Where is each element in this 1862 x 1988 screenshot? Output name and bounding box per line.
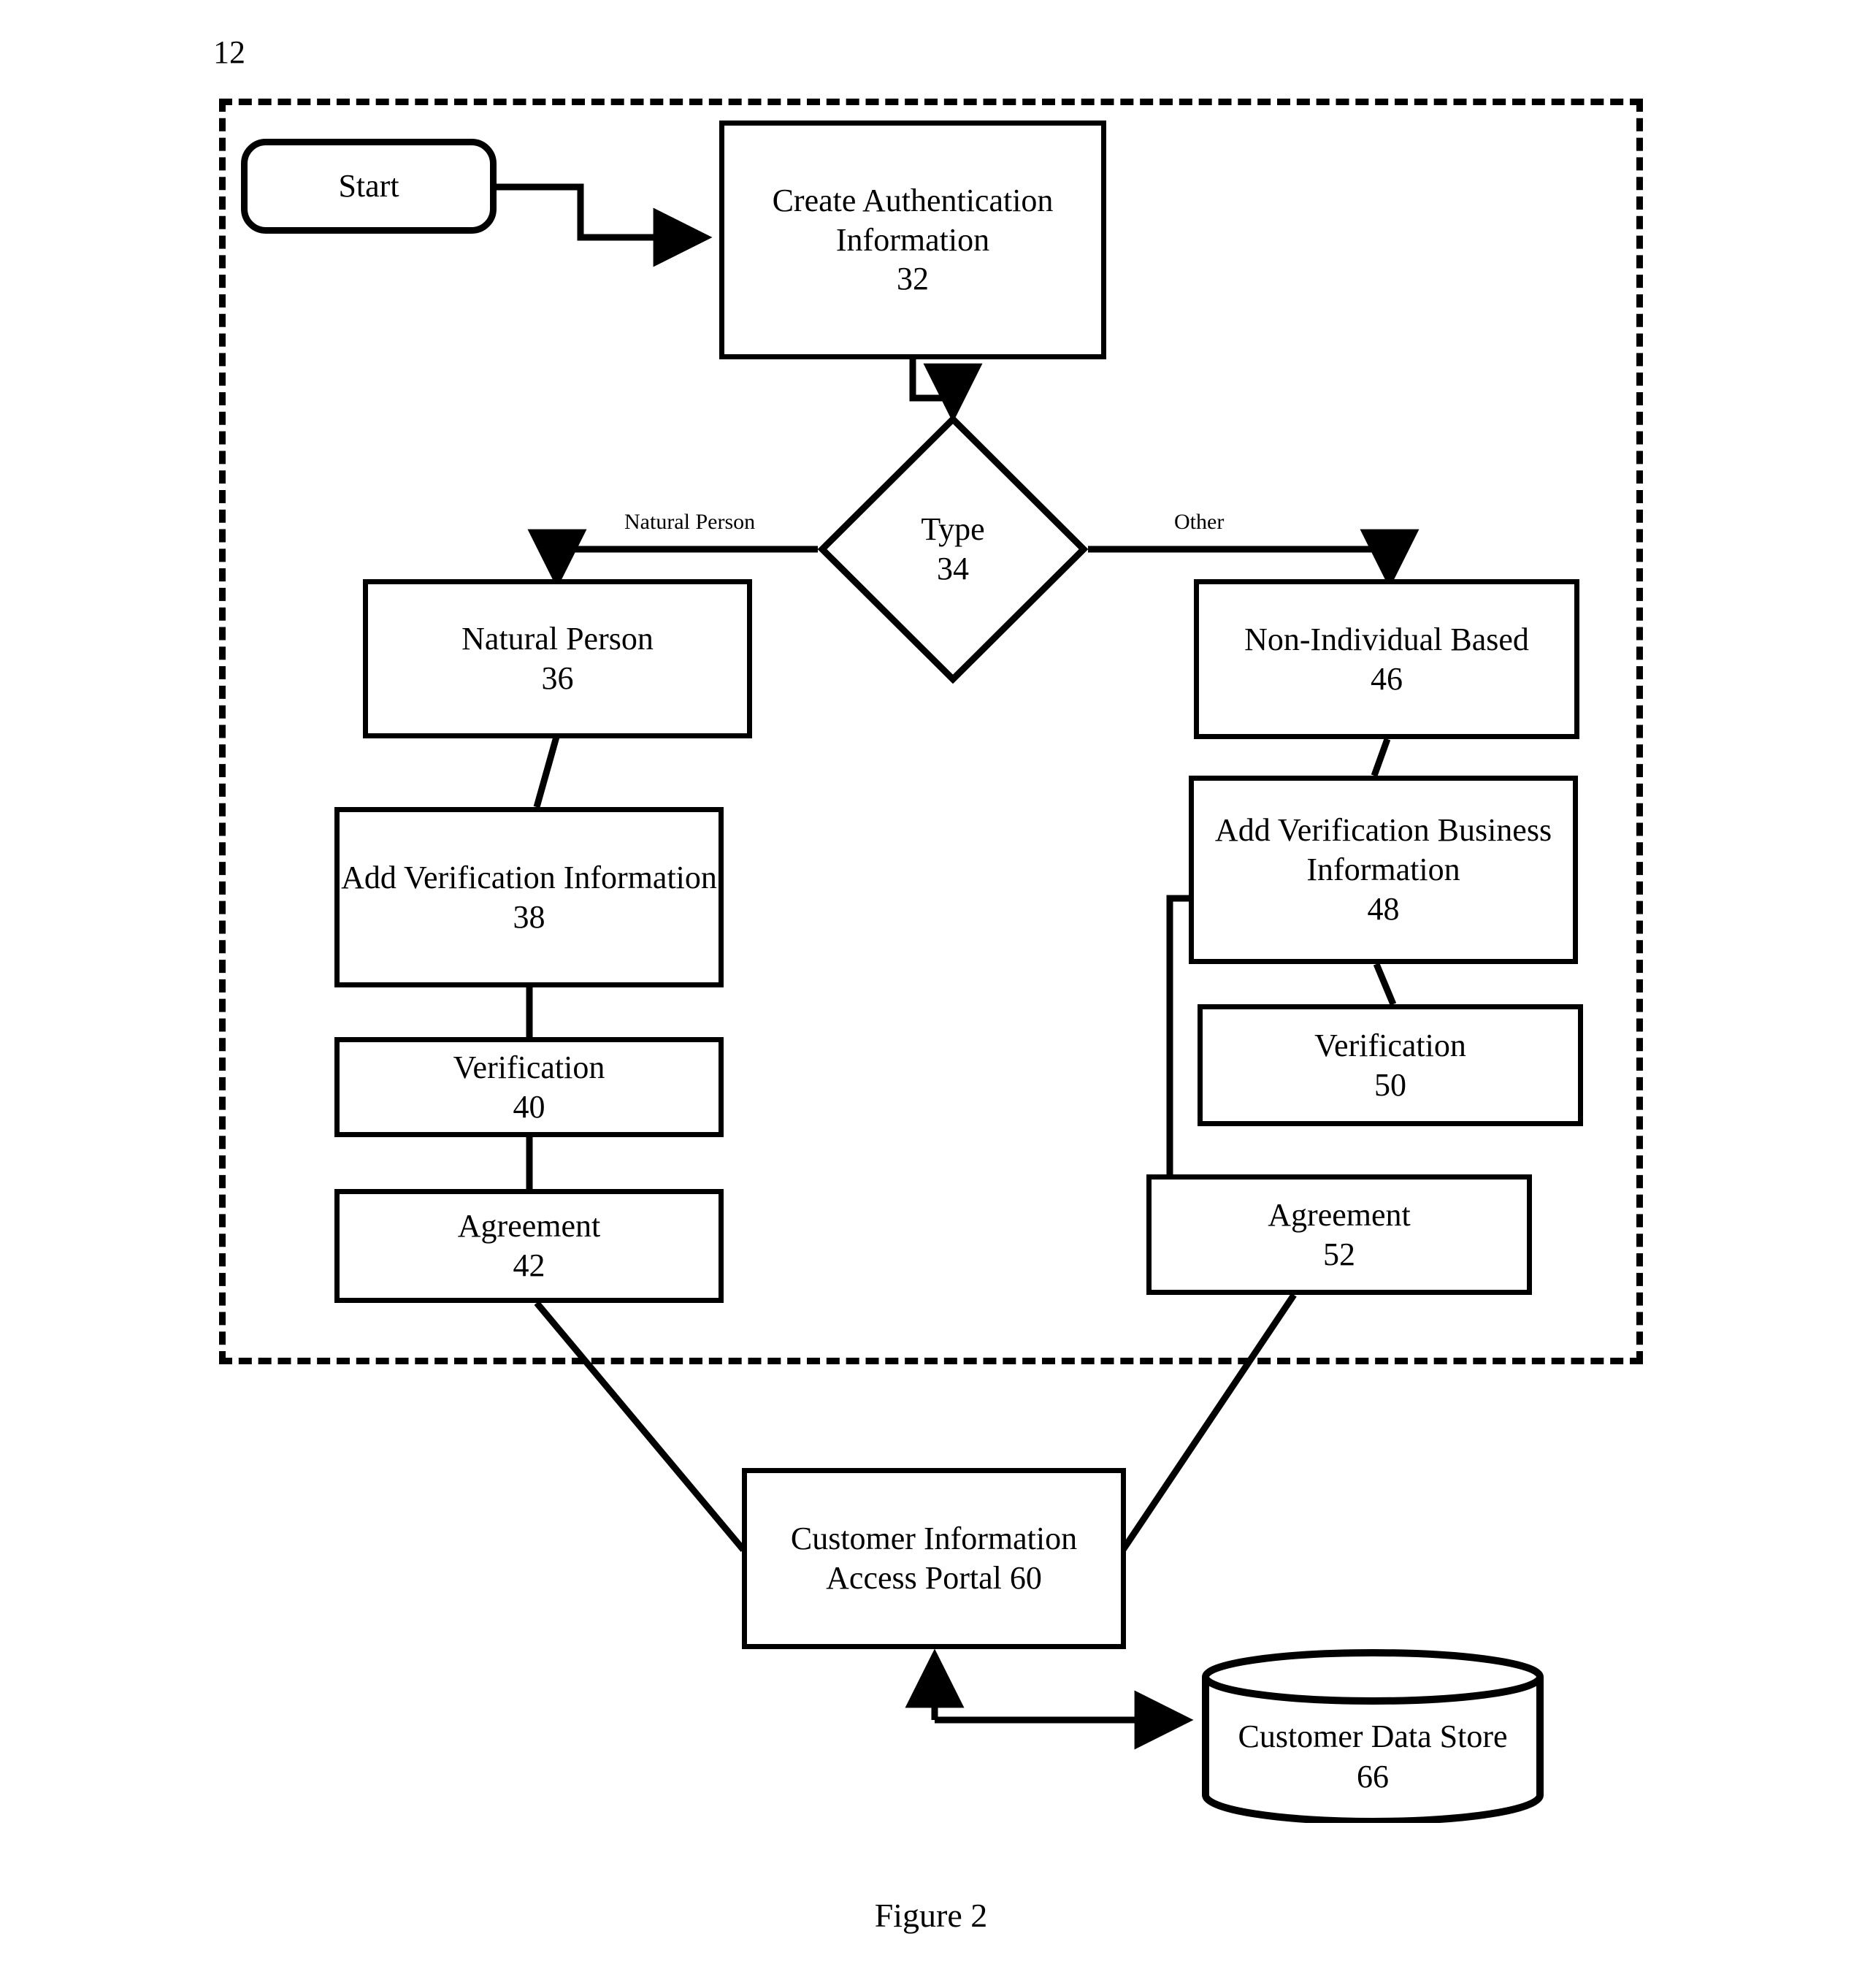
figure-caption: Figure 2: [874, 1897, 988, 1934]
node-agreement-left-label: Agreement: [457, 1208, 601, 1245]
edge-start-to-create-auth: [497, 183, 713, 267]
node-type-number: 34: [937, 551, 969, 586]
edge-type-to-natural-person: [527, 529, 818, 589]
edge-label-other: Other: [1174, 510, 1225, 534]
node-agreement-left[interactable]: Agreement 42: [334, 1189, 724, 1303]
node-non-individual-based[interactable]: Non-Individual Based 46: [1194, 579, 1579, 739]
node-non-individual-based-number: 46: [1371, 660, 1403, 697]
node-data-store-label: Customer Data Store: [1238, 1719, 1508, 1754]
node-type-decision[interactable]: Type 34: [818, 415, 1088, 684]
edge-type-to-non-individual: [1088, 529, 1420, 589]
edge-add-verification-business-to-verification: [1373, 963, 1397, 1006]
node-add-verification-information[interactable]: Add Verification Information 38: [334, 807, 724, 987]
edge-natural-person-to-add-verification: [533, 735, 560, 808]
node-customer-information-access-portal[interactable]: Customer Information Access Portal 60: [742, 1468, 1126, 1649]
node-create-auth-label: Create Authentication Information: [772, 182, 1054, 258]
node-add-verification-business-label: Add Verification Business Information: [1214, 812, 1552, 888]
node-add-verification-information-label: Add Verification Information: [341, 859, 717, 895]
node-data-store-number: 66: [1357, 1759, 1389, 1794]
node-agreement-right-label: Agreement: [1268, 1196, 1411, 1233]
node-create-auth-number: 32: [897, 261, 929, 297]
node-start[interactable]: Start: [241, 139, 497, 234]
node-start-label: Start: [338, 168, 399, 204]
node-add-verification-business-number: 48: [1367, 890, 1400, 927]
edge-bypass-to-agreement-right: [1166, 895, 1189, 1174]
node-verification-left-label: Verification: [453, 1049, 605, 1085]
node-verification-right[interactable]: Verification 50: [1198, 1004, 1583, 1126]
node-agreement-right[interactable]: Agreement 52: [1146, 1174, 1532, 1295]
edge-agreement-right-to-portal: [1120, 1293, 1297, 1552]
figure-page: 12 Start Create Authentication Informati…: [0, 0, 1862, 1988]
node-agreement-left-number: 42: [513, 1247, 545, 1283]
edge-label-natural-person: Natural Person: [624, 510, 756, 534]
edge-create-auth-to-type: [909, 359, 983, 423]
node-verification-left[interactable]: Verification 40: [334, 1037, 724, 1137]
node-non-individual-based-label: Non-Individual Based: [1244, 621, 1529, 657]
node-create-authentication-information[interactable]: Create Authentication Information 32: [719, 121, 1106, 359]
node-verification-right-number: 50: [1374, 1066, 1406, 1103]
node-portal-label: Customer Information Access Portal 60: [790, 1521, 1078, 1596]
edge-agreement-left-to-portal: [534, 1301, 746, 1552]
edge-non-individual-to-add-verification-business: [1371, 738, 1391, 777]
node-verification-left-number: 40: [513, 1088, 545, 1125]
node-customer-data-store[interactable]: Customer Data Store 66: [1201, 1649, 1544, 1823]
node-type-label: Type: [921, 511, 985, 548]
node-add-verification-information-number: 38: [513, 898, 545, 935]
node-natural-person-number: 36: [541, 660, 574, 696]
node-natural-person-label: Natural Person: [461, 621, 654, 657]
node-verification-right-label: Verification: [1314, 1027, 1466, 1063]
node-agreement-right-number: 52: [1323, 1236, 1355, 1272]
node-add-verification-business-information[interactable]: Add Verification Business Information 48: [1189, 776, 1578, 964]
node-natural-person[interactable]: Natural Person 36: [363, 579, 752, 738]
